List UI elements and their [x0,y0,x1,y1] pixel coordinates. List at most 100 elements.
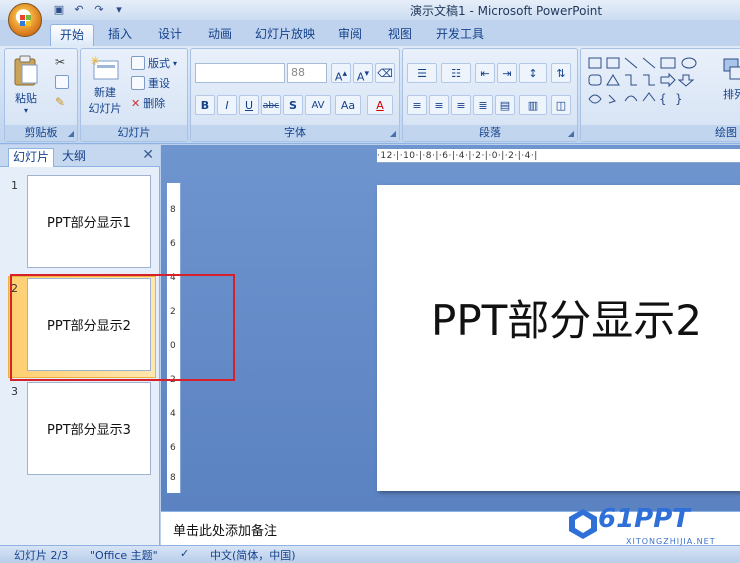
shrink-font-icon[interactable]: A▾ [353,63,373,84]
grow-font-icon[interactable]: A▴ [331,63,351,84]
paste-button[interactable]: 粘贴 ▾ [11,55,41,115]
new-slide-label-2: 幻灯片 [88,102,122,115]
tab-design[interactable]: 设计 [148,24,192,46]
office-button[interactable] [8,3,42,37]
paste-icon [14,55,38,86]
font-color-button[interactable]: A [367,95,393,115]
distribute-icon[interactable]: ▤ [495,95,515,115]
cut-icon[interactable]: ✂ [55,55,65,69]
arrange-button[interactable]: 排列 [719,57,740,102]
highlight-box [10,274,235,381]
redo-icon[interactable]: ↷ [92,3,106,17]
reset-label: 重设 [148,77,170,90]
clipboard-group-label: 剪贴板 [5,125,77,141]
paragraph-group: ☰ ☷ ⇤ ⇥ ↕ ⇅ ≡ ≡ ≡ ≣ ▤ ▥ ◫ 段落 ◢ [402,48,578,142]
layout-button[interactable]: 版式 ▾ [131,55,177,71]
paste-label: 粘贴 [15,92,37,105]
justify-icon[interactable]: ≣ [473,95,493,115]
ruler-tick-label: 8 [170,473,176,483]
char-spacing-button[interactable]: AV [305,95,331,115]
format-painter-icon[interactable]: ✎ [55,95,65,109]
paragraph-launcher-icon[interactable]: ◢ [568,129,574,138]
font-name-combo[interactable] [195,63,285,83]
reset-button[interactable]: 重设 [131,75,170,91]
slides-panel-tabs: 幻灯片 大纲 ✕ [0,145,160,167]
delete-icon: ✕ [131,96,141,110]
spell-check-icon[interactable]: ✓ [180,547,189,560]
arrange-label: 排列 [723,88,740,101]
font-group-label: 字体 [191,125,399,141]
strikethrough-button[interactable]: abc [261,95,281,115]
font-launcher-icon[interactable]: ◢ [390,129,396,138]
slide-editing-area: ·12·|·10·|·8·|·6·|·4·|·2·|·0·|·2·|·4·| 8… [161,145,740,511]
save-icon[interactable]: ▣ [52,3,66,17]
italic-button[interactable]: I [217,95,237,115]
tab-home[interactable]: 开始 [50,24,94,46]
align-center-icon[interactable]: ≡ [429,95,449,115]
tab-slideshow[interactable]: 幻灯片放映 [250,24,320,46]
slide-number: 3 [11,385,18,398]
numbering-icon[interactable]: ☷ [441,63,471,83]
tab-view[interactable]: 视图 [380,24,420,46]
reset-icon [131,76,145,90]
bold-button[interactable]: B [195,95,215,115]
underline-button[interactable]: U [239,95,259,115]
text-direction-icon[interactable]: ⇅ [551,63,571,83]
clipboard-launcher-icon[interactable]: ◢ [68,129,74,138]
increase-indent-icon[interactable]: ⇥ [497,63,517,83]
clipboard-group: 粘贴 ▾ ✂ ✎ 剪贴板 ◢ [4,48,78,142]
tab-insert[interactable]: 插入 [98,24,142,46]
ruler-tick-label: 8 [170,205,176,215]
copy-icon[interactable] [55,75,69,89]
layout-label: 版式 [148,57,170,70]
align-left-icon[interactable]: ≡ [407,95,427,115]
slide-thumbnail-text: PPT部分显示3 [47,423,131,438]
tab-animation[interactable]: 动画 [198,24,242,46]
shadow-button[interactable]: S [283,95,303,115]
arrange-icon [723,58,740,80]
paste-dropdown-icon[interactable]: ▾ [11,106,41,115]
close-icon[interactable]: ✕ [142,147,154,163]
drawing-group: { } 排列 绘图 [580,48,740,142]
slide-title-text[interactable]: PPT部分显示2 [431,287,702,348]
ruler-tick-label: 6 [170,443,176,453]
layout-dropdown-icon: ▾ [173,58,178,68]
columns-icon[interactable]: ▥ [519,95,547,115]
watermark-text: 61PPT [598,504,691,534]
tab-outline[interactable]: 大纲 [58,148,90,167]
slide-thumbnail-text: PPT部分显示1 [47,216,131,231]
shapes-gallery-icon[interactable]: { } [587,55,705,109]
ruler-tick-label: 4 [170,409,176,419]
delete-button[interactable]: ✕ 删除 [131,95,165,111]
horizontal-ruler: ·12·|·10·|·8·|·6·|·4·|·2·|·0·|·2·|·4·| [377,149,740,163]
window-title: 演示文稿1 - Microsoft PowerPoint [410,4,603,18]
slide-thumbnail-1[interactable]: PPT部分显示1 [27,175,151,268]
qat-customize-icon[interactable]: ▾ [112,3,126,17]
notes-placeholder: 单击此处添加备注 [173,524,278,539]
new-slide-label-1: 新建 [94,86,116,99]
tab-slides[interactable]: 幻灯片 [8,148,55,167]
font-group: 88 A▴ A▾ ⌫ B I U abc S AV Aa A 字体 ◢ [190,48,400,142]
line-spacing-icon[interactable]: ↕ [519,63,547,83]
decrease-indent-icon[interactable]: ⇤ [475,63,495,83]
title-bar: ▣ ↶ ↷ ▾ 演示文稿1 - Microsoft PowerPoint [0,0,740,20]
slide-number: 1 [11,179,18,192]
undo-icon[interactable]: ↶ [72,3,86,17]
bullets-icon[interactable]: ☰ [407,63,437,83]
watermark-subtext: XITONGZHIJIA.NET [626,537,716,546]
tab-review[interactable]: 审阅 [330,24,370,46]
ribbon: 粘贴 ▾ ✂ ✎ 剪贴板 ◢ ✳ 新建 幻灯片 版式 ▾ 重设 ✕ 删除 幻灯片… [0,46,740,144]
svg-text:✳: ✳ [90,55,100,68]
change-case-button[interactable]: Aa [335,95,361,115]
new-slide-button[interactable]: ✳ 新建 幻灯片 [85,54,125,116]
watermark-logo-icon [569,509,597,539]
slide-canvas[interactable]: PPT部分显示2 [377,185,740,491]
slide-thumbnail-3[interactable]: PPT部分显示3 [27,382,151,475]
tab-developer[interactable]: 开发工具 [430,24,490,46]
slides-group-label: 幻灯片 [81,125,187,141]
new-slide-icon: ✳ [90,54,119,80]
clear-format-icon[interactable]: ⌫ [375,63,395,83]
align-right-icon[interactable]: ≡ [451,95,471,115]
font-size-combo[interactable]: 88 [287,63,327,83]
smartart-icon[interactable]: ◫ [551,95,571,115]
